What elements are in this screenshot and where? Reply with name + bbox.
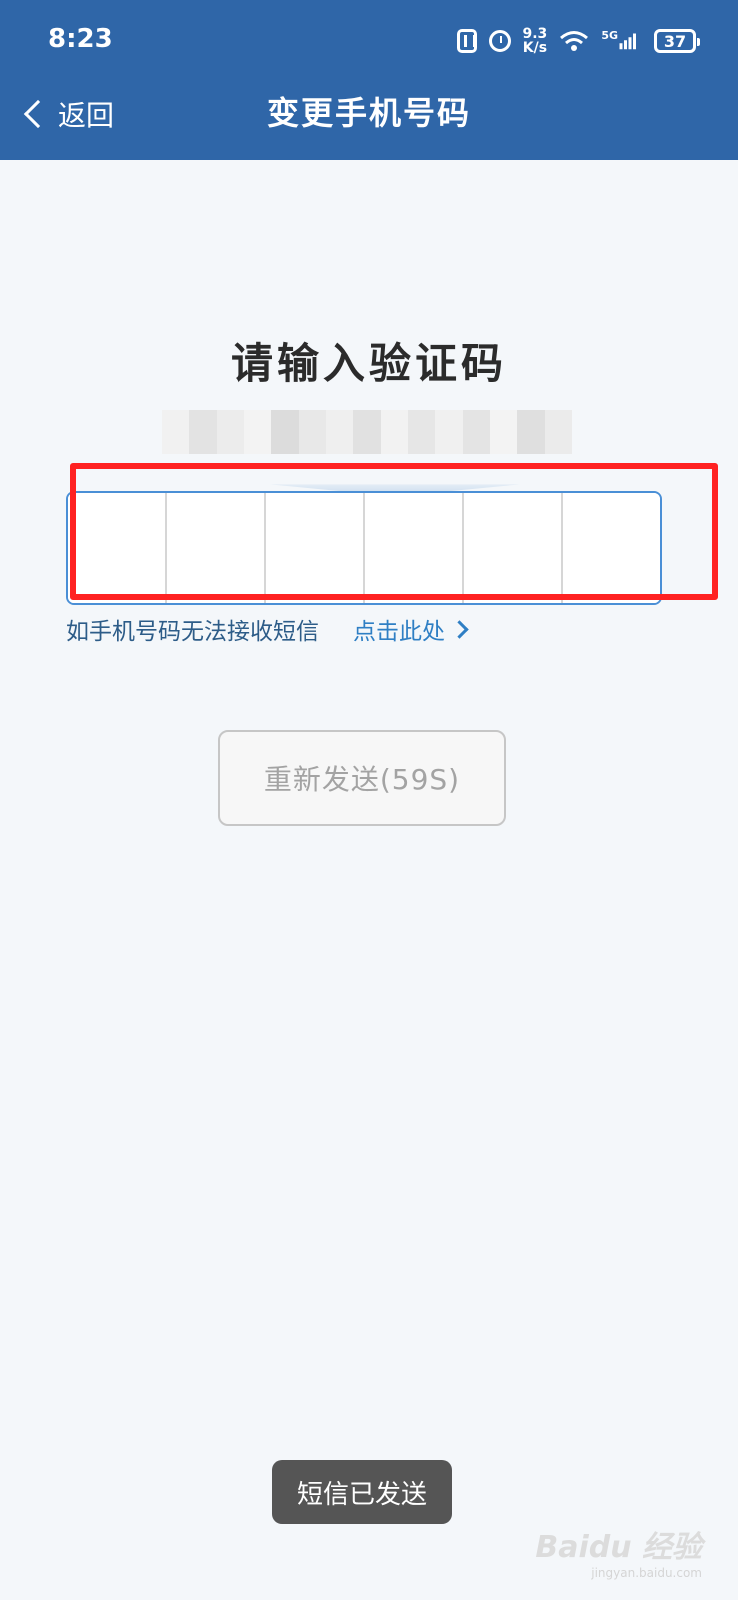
code-cell-2[interactable] bbox=[167, 493, 266, 603]
watermark-brand: Baidu 经验 bbox=[535, 1530, 702, 1565]
nfc-icon bbox=[456, 29, 477, 53]
help-row: 如手机号码无法接收短信 点击此处 bbox=[66, 612, 469, 646]
page-title: 变更手机号码 bbox=[266, 94, 471, 132]
toast-message: 短信已发送 bbox=[272, 1460, 452, 1524]
chevron-right-icon bbox=[450, 619, 469, 639]
net-speed: 9.3 K/s bbox=[523, 27, 548, 55]
code-cell-3[interactable] bbox=[266, 493, 365, 603]
verification-code-input[interactable] bbox=[66, 491, 662, 605]
masked-phone-number bbox=[162, 410, 572, 454]
code-cell-6[interactable] bbox=[563, 493, 660, 603]
signal-group: 5G bbox=[601, 29, 642, 53]
help-text: 如手机号码无法接收短信 bbox=[66, 619, 319, 645]
alarm-icon bbox=[488, 30, 511, 52]
wifi-icon bbox=[560, 31, 589, 51]
code-cell-5[interactable] bbox=[464, 493, 563, 603]
net-speed-unit: K/s bbox=[522, 40, 548, 56]
signal-icon bbox=[619, 33, 636, 50]
page: 8:23 9.3 K/s 5G 37 返回 变更手机号码 请输入验证码 如手机号… bbox=[0, 0, 738, 1600]
code-cell-4[interactable] bbox=[365, 493, 464, 603]
status-time: 8:23 bbox=[48, 24, 113, 54]
signal-label: 5G bbox=[601, 29, 618, 42]
help-link-label: 点击此处 bbox=[353, 619, 445, 645]
help-link[interactable]: 点击此处 bbox=[353, 612, 469, 646]
watermark-url: jingyan.baidu.com bbox=[591, 1566, 702, 1580]
watermark-logo: Baidu 经验 jingyan.baidu.com bbox=[535, 1522, 702, 1580]
header-bar: 8:23 9.3 K/s 5G 37 返回 变更手机号码 bbox=[0, 0, 738, 160]
prompt-title: 请输入验证码 bbox=[230, 339, 507, 388]
resend-button[interactable]: 重新发送(59S) bbox=[218, 730, 506, 826]
code-cell-1[interactable] bbox=[68, 493, 167, 603]
status-icons: 9.3 K/s 5G 37 bbox=[456, 24, 700, 58]
battery-icon: 37 bbox=[654, 29, 700, 53]
